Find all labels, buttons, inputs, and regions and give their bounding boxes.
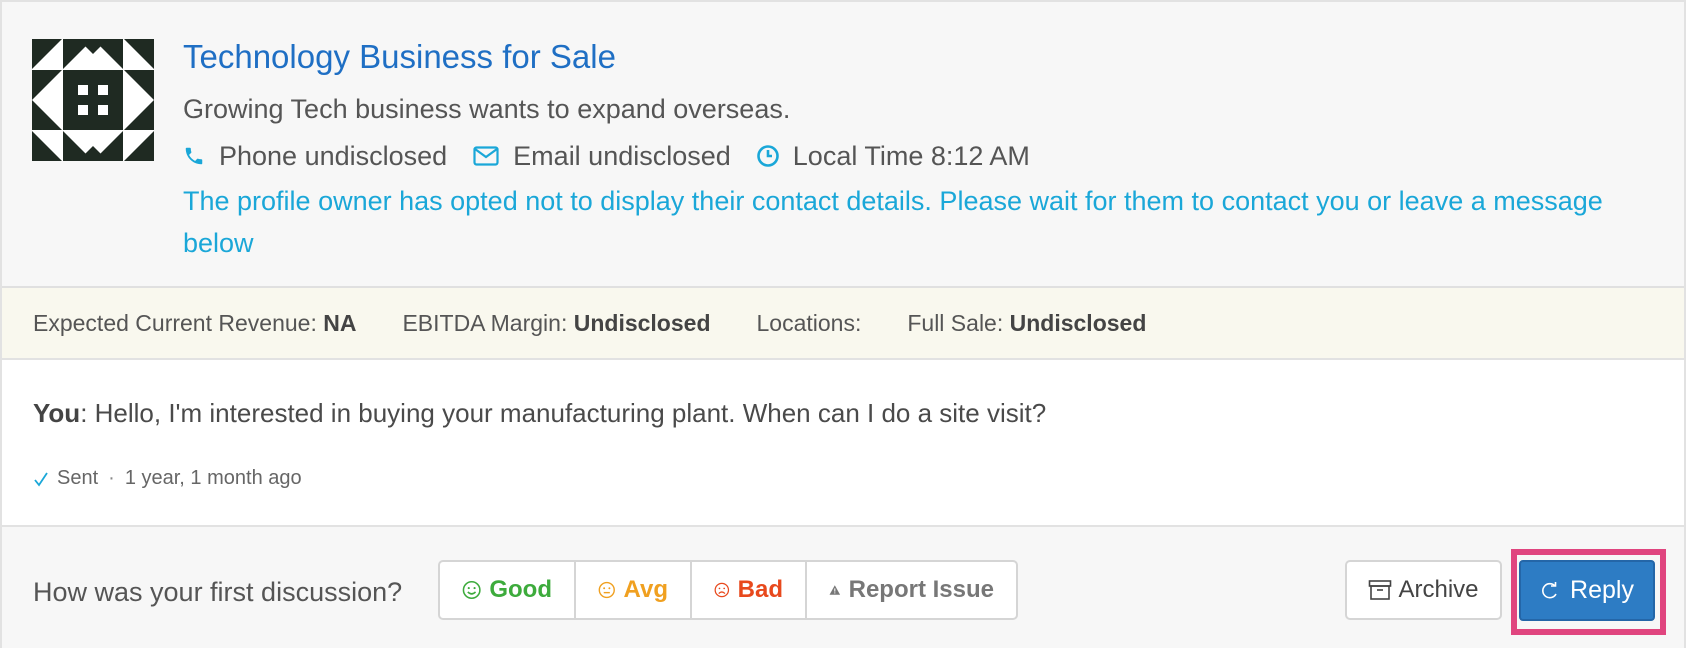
report-issue-label: Report Issue bbox=[848, 576, 994, 603]
reply-button[interactable]: Reply bbox=[1519, 560, 1655, 621]
privacy-notice: The profile owner has opted not to displ… bbox=[183, 186, 1603, 258]
meta-separator: · bbox=[108, 467, 115, 489]
feedback-footer: How was your first discussion? Good Avg bbox=[2, 525, 1684, 648]
conversation-card: Technology Business for Sale Growing Tec… bbox=[0, 0, 1686, 648]
message-status: Sent bbox=[57, 467, 99, 489]
check-icon bbox=[34, 472, 48, 487]
phone-icon bbox=[185, 147, 203, 165]
email-label: Email undisclosed bbox=[513, 140, 731, 171]
local-time: Local Time 8:12 AM bbox=[756, 140, 1030, 172]
rate-good-button[interactable]: Good bbox=[440, 562, 576, 618]
rate-avg-label: Avg bbox=[623, 576, 668, 603]
rate-good-label: Good bbox=[489, 576, 552, 603]
email-contact: Email undisclosed bbox=[473, 141, 731, 172]
archive-icon bbox=[1369, 580, 1392, 600]
avatar[interactable] bbox=[32, 39, 154, 161]
stat-locations: Locations: bbox=[756, 309, 862, 336]
message-author: You bbox=[33, 398, 81, 428]
warning-icon bbox=[829, 585, 841, 595]
smile-icon bbox=[462, 581, 481, 599]
local-time-label: Local Time 8:12 AM bbox=[792, 140, 1030, 171]
frown-icon bbox=[714, 582, 730, 598]
avatar-identicon bbox=[32, 39, 154, 161]
phone-contact: Phone undisclosed bbox=[183, 141, 447, 172]
stat-ebitda: EBITDA Margin: Undisclosed bbox=[402, 309, 711, 336]
listing-title[interactable]: Technology Business for Sale bbox=[183, 38, 616, 76]
stat-full-sale: Full Sale: Undisclosed bbox=[907, 309, 1147, 336]
meh-icon bbox=[598, 581, 615, 599]
contact-row: Phone undisclosed Email undisclosed Loca… bbox=[183, 139, 1056, 173]
archive-button[interactable]: Archive bbox=[1345, 560, 1502, 620]
rate-avg-button[interactable]: Avg bbox=[576, 562, 692, 618]
rate-bad-label: Bad bbox=[737, 576, 783, 603]
rating-button-group: Good Avg Bad Report Issue bbox=[438, 560, 1018, 620]
message-meta: Sent · 1 year, 1 month ago bbox=[33, 467, 302, 490]
listing-header: Technology Business for Sale Growing Tec… bbox=[2, 2, 1684, 288]
stat-revenue: Expected Current Revenue: NA bbox=[33, 309, 357, 336]
archive-label: Archive bbox=[1398, 576, 1479, 603]
stats-bar: Expected Current Revenue: NA EBITDA Marg… bbox=[2, 288, 1684, 360]
rate-bad-button[interactable]: Bad bbox=[692, 562, 807, 618]
report-issue-button[interactable]: Report Issue bbox=[807, 562, 1016, 618]
envelope-icon bbox=[473, 146, 499, 166]
reply-icon bbox=[1542, 581, 1557, 598]
reply-label: Reply bbox=[1570, 576, 1634, 604]
message-body: You: Hello, I'm interested in buying you… bbox=[33, 398, 1046, 429]
feedback-question: How was your first discussion? bbox=[33, 577, 403, 607]
listing-subtitle: Growing Tech business wants to expand ov… bbox=[183, 94, 791, 124]
message-time: 1 year, 1 month ago bbox=[124, 467, 302, 489]
clock-icon bbox=[756, 145, 779, 167]
message-text: : Hello, I'm interested in buying your m… bbox=[80, 398, 1047, 428]
phone-label: Phone undisclosed bbox=[219, 140, 448, 171]
